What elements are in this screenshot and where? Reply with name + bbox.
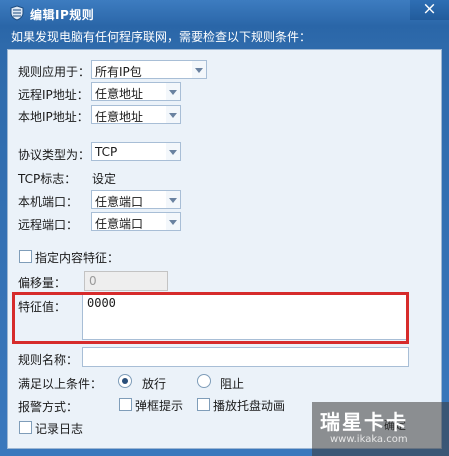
protocol-label: 协议类型为： — [18, 148, 91, 162]
watermark-text: 瑞星卡卡 — [320, 410, 408, 434]
remote-ip-label: 远程IP地址： — [18, 88, 89, 102]
title-bar[interactable]: 编辑IP规则 × — [0, 0, 449, 28]
offset-input[interactable]: 0 — [84, 271, 168, 291]
local-port-value: 任意端口 — [95, 195, 144, 209]
rule-name-input[interactable] — [82, 347, 409, 367]
offset-label: 偏移量： — [18, 276, 67, 290]
shield-icon — [10, 5, 24, 21]
local-ip-value: 任意地址 — [95, 110, 144, 124]
window-title: 编辑IP规则 — [30, 8, 95, 22]
popup-alert-checkbox[interactable] — [119, 398, 132, 411]
local-port-select[interactable]: 任意端口 — [91, 190, 181, 209]
protocol-select[interactable]: TCP — [91, 142, 181, 161]
chevron-down-icon — [169, 90, 177, 95]
close-button[interactable]: × — [410, 0, 449, 20]
tcp-flag-value[interactable]: 设定 — [92, 170, 116, 187]
block-radio-label: 阻止 — [220, 377, 245, 391]
apply-to-select[interactable]: 所有IP包 — [91, 60, 207, 79]
chevron-down-icon — [169, 220, 177, 225]
tray-animation-label: 播放托盘动画 — [213, 399, 286, 413]
tray-animation-checkbox[interactable] — [197, 398, 210, 411]
remote-port-select[interactable]: 任意端口 — [91, 212, 181, 231]
protocol-value: TCP — [95, 145, 118, 159]
remote-port-value: 任意端口 — [95, 217, 144, 231]
feature-value-highlight-box — [12, 292, 409, 344]
block-radio[interactable] — [197, 374, 211, 388]
dialog-subtitle: 如果发现电脑有任何程序联网，需要检查以下规则条件： — [11, 30, 312, 44]
local-ip-select[interactable]: 任意地址 — [91, 105, 181, 124]
action-label: 满足以上条件： — [18, 377, 103, 391]
allow-radio[interactable] — [118, 374, 132, 388]
local-ip-label: 本地IP地址： — [18, 110, 89, 124]
apply-to-value: 所有IP包 — [95, 65, 142, 79]
tcp-flag-label: TCP标志： — [18, 172, 77, 186]
offset-value: 0 — [89, 274, 97, 288]
rule-name-label: 规则名称： — [18, 353, 79, 367]
content-feature-checkbox[interactable] — [19, 250, 32, 263]
local-port-label: 本机端口： — [18, 195, 79, 209]
alert-label: 报警方式： — [18, 400, 79, 414]
remote-ip-value: 任意地址 — [95, 87, 144, 101]
log-checkbox[interactable] — [19, 421, 32, 434]
chevron-down-icon — [195, 68, 203, 73]
apply-to-label: 规则应用于： — [18, 65, 91, 79]
popup-alert-label: 弹框提示 — [135, 399, 184, 413]
remote-ip-select[interactable]: 任意地址 — [91, 82, 181, 101]
close-icon: × — [422, 0, 437, 19]
chevron-down-icon — [169, 198, 177, 203]
content-feature-label: 指定内容特征： — [35, 251, 120, 265]
remote-port-label: 远程端口： — [18, 218, 79, 232]
chevron-down-icon — [169, 113, 177, 118]
log-label: 记录日志 — [35, 422, 84, 436]
watermark-url: www.ikaka.com — [330, 434, 408, 445]
allow-radio-label: 放行 — [142, 377, 167, 391]
watermark: 瑞星卡卡 www.ikaka.com — [312, 402, 449, 456]
dialog-window: 编辑IP规则 × 如果发现电脑有任何程序联网，需要检查以下规则条件： 规则应用于… — [0, 0, 449, 456]
chevron-down-icon — [169, 150, 177, 155]
